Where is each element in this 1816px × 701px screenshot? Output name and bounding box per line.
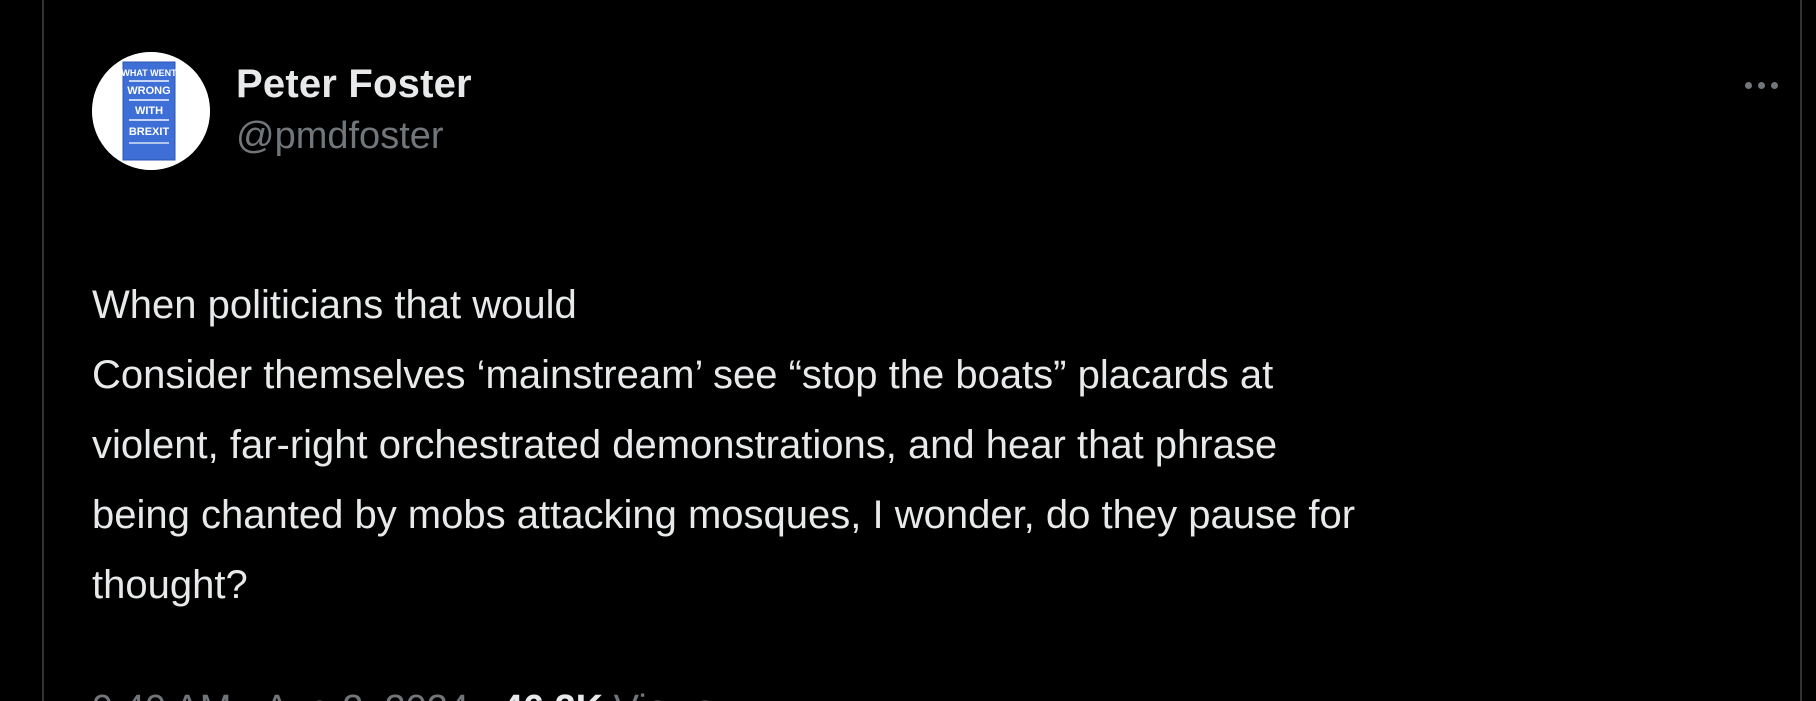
tweet-text-line: violent, far-right orchestrated demonstr…	[92, 423, 1278, 467]
tweet-timestamp-date[interactable]: Aug 2, 2024	[264, 688, 469, 701]
avatar-book-cover-image: WHAT WENT WRONG WITH BREXIT	[92, 52, 210, 170]
tweet-meta: 9:40 AM · Aug 2, 2024 · 46.2K Views	[92, 686, 1752, 701]
avatar-text-line-4: BREXIT	[129, 126, 170, 138]
meta-separator: ·	[241, 688, 254, 701]
more-horizontal-icon-dot	[1770, 81, 1778, 89]
tweet-text-line: When politicians that would	[92, 283, 577, 327]
avatar-text-line-2: WRONG	[127, 85, 170, 97]
tweet-card[interactable]: WHAT WENT WRONG WITH BREXIT Peter Foster…	[92, 52, 1778, 701]
tweet-text: When politicians that would Consider the…	[92, 270, 1752, 620]
avatar-text-line-1: WHAT WENT	[121, 68, 177, 78]
tweet-timestamp-time[interactable]: 9:40 AM	[92, 688, 231, 701]
avatar-text-line-3: WITH	[135, 105, 163, 117]
meta-separator: ·	[479, 688, 492, 701]
views-count: 46.2K	[502, 688, 603, 701]
tweet-text-line: thought?	[92, 563, 248, 607]
more-horizontal-icon-dot	[1757, 81, 1765, 89]
author-display-name[interactable]: Peter Foster	[236, 60, 472, 108]
avatar[interactable]: WHAT WENT WRONG WITH BREXIT	[92, 52, 210, 170]
tweet-text-line: Consider themselves ‘mainstream’ see “st…	[92, 353, 1274, 397]
timeline-border-right	[1800, 0, 1802, 701]
more-options-button[interactable]	[1726, 70, 1796, 100]
views-label: Views	[614, 688, 715, 701]
author-handle[interactable]: @pmdfoster	[236, 112, 472, 160]
author-names: Peter Foster @pmdfoster	[236, 52, 472, 160]
timeline-border-left	[42, 0, 44, 701]
more-horizontal-icon	[1744, 81, 1752, 89]
tweet-header: WHAT WENT WRONG WITH BREXIT Peter Foster…	[92, 52, 1778, 172]
tweet-text-line: being chanted by mobs attacking mosques,…	[92, 493, 1356, 537]
